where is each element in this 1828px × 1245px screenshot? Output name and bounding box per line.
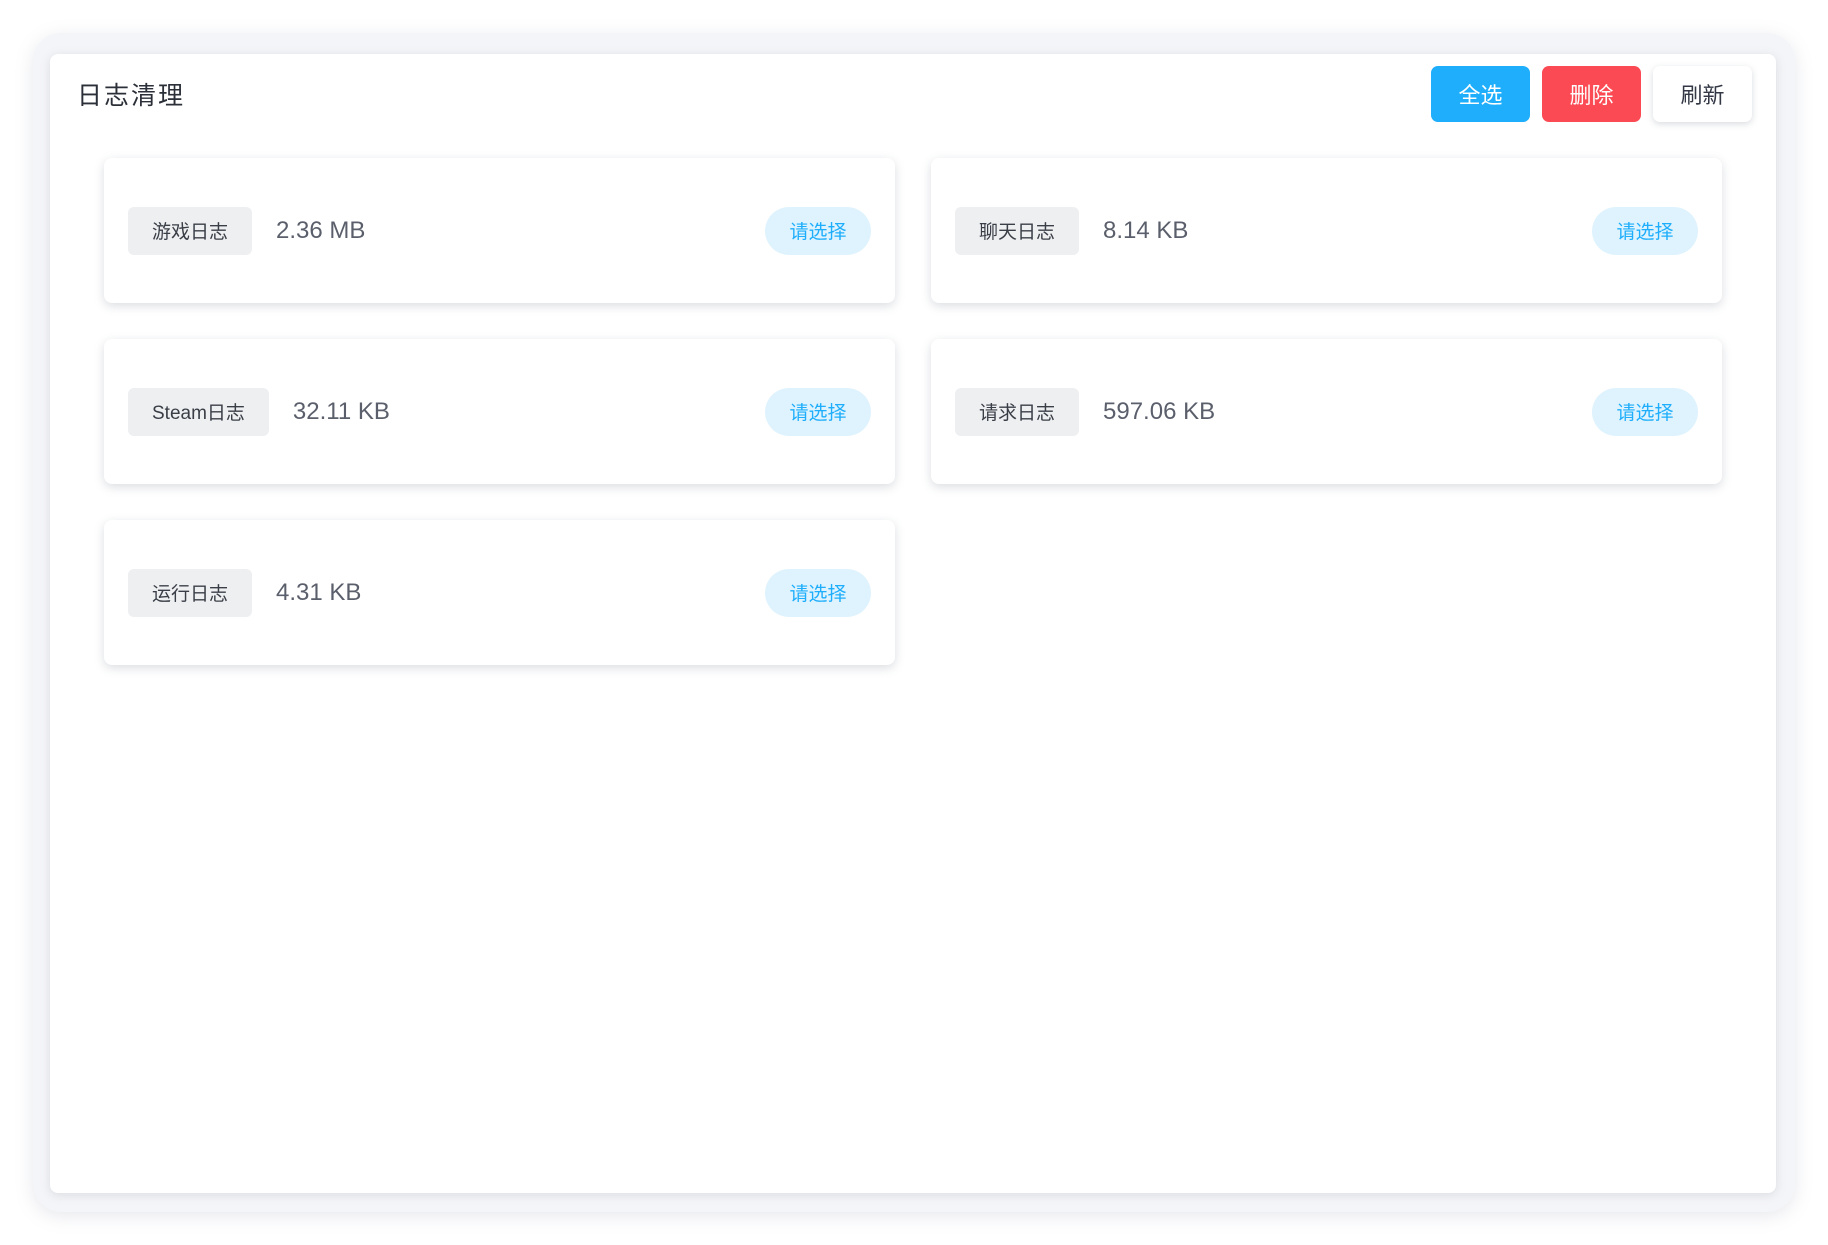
log-size: 4.31 KB	[276, 578, 362, 606]
select-toggle-button[interactable]: 请选择	[1592, 387, 1698, 436]
log-name-tag: 请求日志	[955, 387, 1080, 436]
log-card-grid: 游戏日志 2.36 MB 请选择 聊天日志 8.14 KB 请选择 Steam日…	[104, 158, 1723, 665]
log-name-tag: 聊天日志	[955, 206, 1080, 255]
log-card-chat[interactable]: 聊天日志 8.14 KB 请选择	[931, 158, 1722, 303]
log-card-game[interactable]: 游戏日志 2.36 MB 请选择	[104, 158, 895, 303]
log-name-tag: 游戏日志	[128, 206, 253, 255]
log-name-tag: Steam日志	[128, 387, 269, 436]
select-toggle-button[interactable]: 请选择	[1592, 206, 1698, 255]
select-toggle-button[interactable]: 请选择	[765, 206, 871, 255]
select-toggle-button[interactable]: 请选择	[765, 568, 871, 617]
page-title: 日志清理	[77, 82, 186, 110]
log-size: 32.11 KB	[292, 397, 390, 425]
log-card-steam[interactable]: Steam日志 32.11 KB 请选择	[104, 339, 895, 484]
log-size: 2.36 MB	[276, 216, 366, 244]
log-size: 597.06 KB	[1103, 397, 1216, 425]
refresh-button[interactable]: 刷新	[1653, 66, 1752, 122]
select-all-button[interactable]: 全选	[1431, 66, 1530, 122]
toolbar: 全选 删除 刷新	[1431, 66, 1752, 122]
log-name-tag: 运行日志	[128, 568, 253, 617]
log-card-runtime[interactable]: 运行日志 4.31 KB 请选择	[104, 520, 895, 665]
log-card-request[interactable]: 请求日志 597.06 KB 请选择	[931, 339, 1722, 484]
select-toggle-button[interactable]: 请选择	[765, 387, 871, 436]
log-size: 8.14 KB	[1103, 216, 1189, 244]
delete-button[interactable]: 删除	[1542, 66, 1641, 122]
